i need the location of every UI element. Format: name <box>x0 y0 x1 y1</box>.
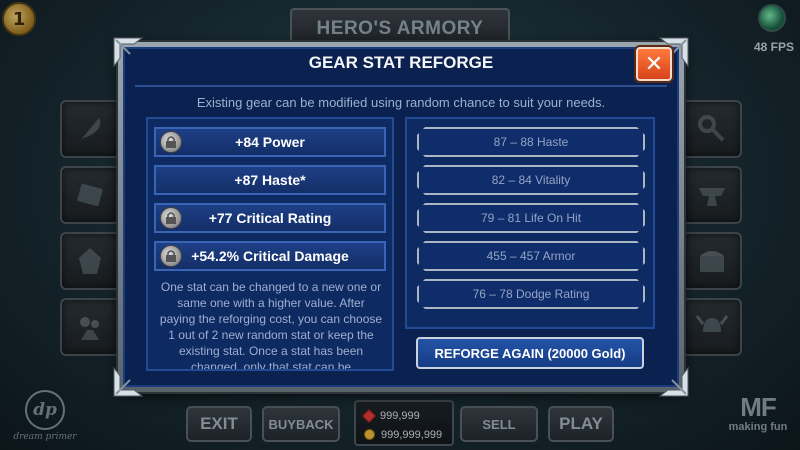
lock-icon[interactable] <box>160 207 182 229</box>
ornament-corner-icon <box>113 37 144 68</box>
option-label: 455 – 457 Armor <box>486 249 576 263</box>
close-icon: ✕ <box>644 51 664 77</box>
lock-icon[interactable] <box>160 245 182 267</box>
stat-row-haste[interactable]: +87 Haste* <box>154 165 386 195</box>
stat-row-power[interactable]: +84 Power <box>154 127 386 157</box>
option-label: 82 – 84 Vitality <box>491 173 571 187</box>
option-label: 79 – 81 Life On Hit <box>480 211 582 225</box>
stat-label: +54.2% Critical Damage <box>191 248 349 264</box>
option-label: 76 – 78 Dodge Rating <box>472 287 590 301</box>
dialog-description: Existing gear can be modified using rand… <box>196 95 606 110</box>
stat-label: +87 Haste* <box>234 172 306 188</box>
dialog-title: GEAR STAT REFORGE <box>308 53 494 72</box>
close-button[interactable]: ✕ <box>636 47 672 81</box>
reforge-option[interactable]: 87 – 88 Haste <box>417 127 645 157</box>
option-label: 87 – 88 Haste <box>493 135 569 149</box>
lock-icon[interactable] <box>160 131 182 153</box>
stat-row-critical-damage[interactable]: +54.2% Critical Damage <box>154 241 386 271</box>
reforge-again-button[interactable]: REFORGE AGAIN (20000 Gold) <box>416 337 644 369</box>
current-stats-panel: +84 Power +87 Haste* +77 Critical Rating… <box>146 117 394 371</box>
stat-label: +84 Power <box>235 134 305 150</box>
title-divider <box>135 85 667 87</box>
reforge-option[interactable]: 455 – 457 Armor <box>417 241 645 271</box>
reforge-option[interactable]: 82 – 84 Vitality <box>417 165 645 195</box>
reforge-option[interactable]: 79 – 81 Life On Hit <box>417 203 645 233</box>
reforge-options-panel: 87 – 88 Haste 82 – 84 Vitality 79 – 81 L… <box>405 117 655 329</box>
stat-row-critical-rating[interactable]: +77 Critical Rating <box>154 203 386 233</box>
stat-label: +77 Critical Rating <box>208 210 332 226</box>
reforge-option[interactable]: 76 – 78 Dodge Rating <box>417 279 645 309</box>
ornament-corner-icon <box>658 366 689 397</box>
reforge-help-text: One stat can be changed to a new one or … <box>159 280 383 369</box>
